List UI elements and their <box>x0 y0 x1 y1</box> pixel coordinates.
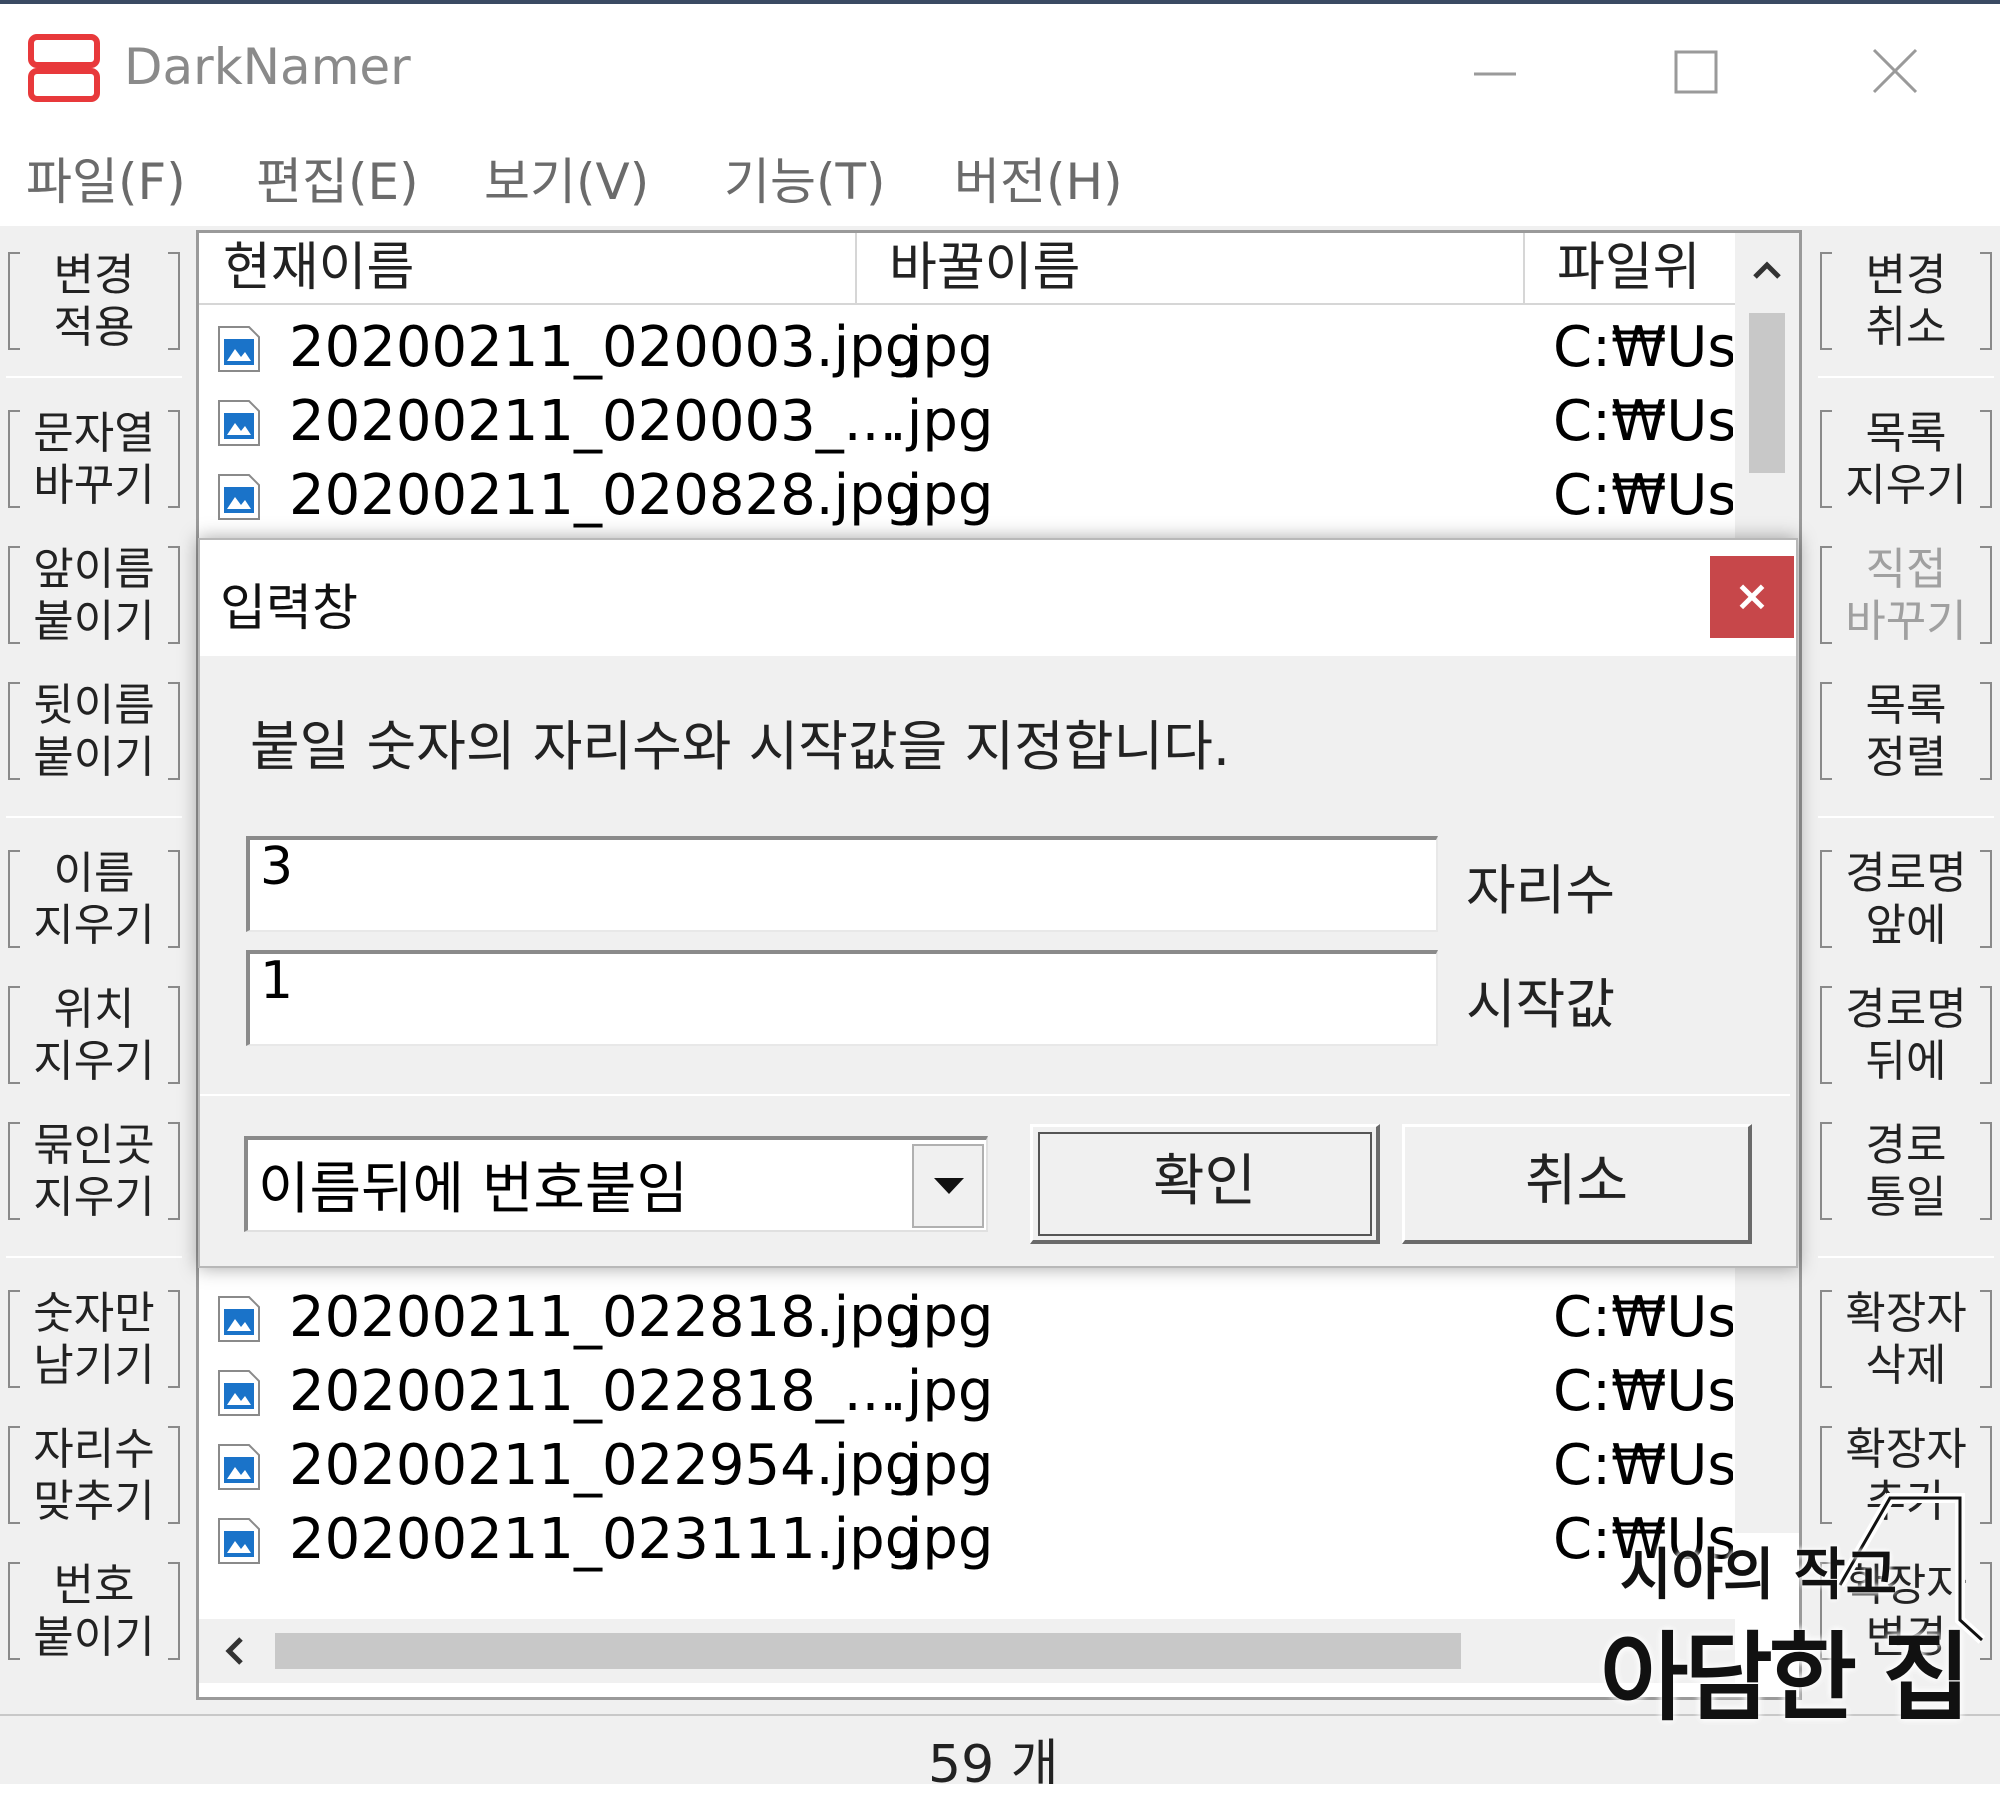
digits-input[interactable] <box>246 836 1438 932</box>
watermark-line2: 아담한 집 <box>1600 1622 1971 1734</box>
row-current-name: 20200211_022954.jpg <box>289 1433 921 1498</box>
left-toolbar: 변경 적용 문자열 바꾸기 앞이름 붙이기 뒷이름 붙이기 이름 지우기 위치 … <box>0 226 190 1714</box>
row-new-name: .jpg <box>889 1433 994 1498</box>
chevron-up-icon[interactable] <box>1749 253 1785 289</box>
row-current-name: 20200211_023111.jpg <box>289 1507 921 1572</box>
erase-position-button[interactable]: 위치 지우기 <box>8 976 180 1094</box>
right-divider <box>1818 816 1994 818</box>
path-after-button[interactable]: 경로명 뒤에 <box>1820 976 1992 1094</box>
window-title: DarkNamer <box>124 38 411 96</box>
chevron-left-icon[interactable] <box>217 1633 253 1669</box>
table-row[interactable]: 20200211_022818_... .jpg C:₩Us <box>199 1355 1735 1429</box>
left-divider <box>6 1256 182 1258</box>
path-before-button[interactable]: 경로명 앞에 <box>1820 840 1992 958</box>
row-new-name: .jpg <box>889 389 994 454</box>
clear-list-button[interactable]: 목록 지우기 <box>1820 400 1992 518</box>
image-file-icon <box>218 400 260 446</box>
vertical-scroll-thumb[interactable] <box>1749 313 1785 473</box>
left-divider <box>6 376 182 378</box>
menu-tools[interactable]: 기능(T) <box>724 142 886 214</box>
dialog-close-button[interactable]: × <box>1710 556 1794 638</box>
close-window-icon[interactable] <box>1850 32 1940 112</box>
right-divider <box>1818 1256 1994 1258</box>
table-row[interactable]: 20200211_020003.jpg .jpg C:₩Us <box>199 311 1735 385</box>
start-value-input[interactable] <box>246 950 1438 1046</box>
pad-digits-button[interactable]: 자리수 맞추기 <box>8 1416 180 1534</box>
table-row[interactable]: 20200211_020003_... .jpg C:₩Us <box>199 385 1735 459</box>
add-suffix-button[interactable]: 뒷이름 붙이기 <box>8 672 180 790</box>
row-path: C:₩Us <box>1553 1359 1733 1424</box>
apply-changes-button[interactable]: 변경 적용 <box>8 242 180 360</box>
column-file-path[interactable]: 파일위 <box>1533 233 1733 305</box>
right-divider <box>1818 376 1994 378</box>
input-dialog: 입력창 × 붙일 숫자의 자리수와 시작값을 지정합니다. 자리수 시작값 이름… <box>198 538 1798 1268</box>
table-row[interactable]: 20200211_022818.jpg .jpg C:₩Us <box>199 1281 1735 1355</box>
unify-path-button[interactable]: 경로 통일 <box>1820 1112 1992 1230</box>
dialog-title: 입력창 <box>220 579 358 637</box>
number-position-select[interactable]: 이름뒤에 번호붙임 <box>244 1136 988 1232</box>
row-new-name: .jpg <box>889 315 994 380</box>
dialog-title-bar[interactable]: 입력창 × <box>200 540 1796 656</box>
horizontal-scrollbar[interactable] <box>199 1619 1735 1683</box>
start-value-label: 시작값 <box>1466 973 1616 1036</box>
darknamer-logo-icon <box>28 34 100 102</box>
row-path: C:₩Us <box>1553 463 1733 528</box>
row-path: C:₩Us <box>1553 315 1733 380</box>
row-path: C:₩Us <box>1553 389 1733 454</box>
table-row[interactable]: 20200211_022954.jpg .jpg C:₩Us <box>199 1429 1735 1503</box>
row-current-name: 20200211_020003_... <box>289 389 898 454</box>
watermark-line1: 시아의 작고 <box>1620 1543 1898 1608</box>
menu-bar: 파일(F) 편집(E) 보기(V) 기능(T) 버전(H) <box>0 130 2000 226</box>
image-file-icon <box>218 474 260 520</box>
keep-digits-button[interactable]: 숫자만 남기기 <box>8 1280 180 1398</box>
erase-bracketed-button[interactable]: 묶인곳 지우기 <box>8 1112 180 1230</box>
menu-view[interactable]: 보기(V) <box>484 142 649 214</box>
row-new-name: .jpg <box>889 463 994 528</box>
row-path: C:₩Us <box>1553 1285 1733 1350</box>
row-current-name: 20200211_020828.jpg <box>289 463 921 528</box>
number-position-value: 이름뒤에 번호붙임 <box>258 1157 688 1222</box>
horizontal-scroll-thumb[interactable] <box>275 1633 1461 1669</box>
dialog-divider <box>200 1094 1790 1096</box>
left-divider <box>6 816 182 818</box>
image-file-icon <box>218 1296 260 1342</box>
title-bar[interactable]: DarkNamer <box>0 4 2000 130</box>
image-file-icon <box>218 326 260 372</box>
image-file-icon <box>218 1518 260 1564</box>
column-new-name[interactable]: 바꿀이름 <box>865 233 1525 305</box>
table-row[interactable]: 20200211_023111.jpg .jpg C:₩Us <box>199 1503 1735 1577</box>
replace-string-button[interactable]: 문자열 바꾸기 <box>8 400 180 518</box>
maximize-icon[interactable] <box>1650 32 1740 112</box>
cancel-button[interactable]: 취소 <box>1402 1124 1752 1244</box>
undo-changes-button[interactable]: 변경 취소 <box>1820 242 1992 360</box>
direct-rename-button[interactable]: 직접 바꾸기 <box>1820 536 1992 654</box>
ok-button[interactable]: 확인 <box>1030 1124 1380 1244</box>
add-number-button[interactable]: 번호 붙이기 <box>8 1552 180 1670</box>
erase-name-button[interactable]: 이름 지우기 <box>8 840 180 958</box>
image-file-icon <box>218 1370 260 1416</box>
digits-label: 자리수 <box>1466 859 1616 922</box>
menu-edit[interactable]: 편집(E) <box>256 142 419 214</box>
row-new-name: .jpg <box>889 1359 994 1424</box>
dialog-message: 붙일 숫자의 자리수와 시작값을 지정합니다. <box>250 715 1231 778</box>
table-row[interactable]: 20200211_020828.jpg .jpg C:₩Us <box>199 459 1735 533</box>
add-prefix-button[interactable]: 앞이름 붙이기 <box>8 536 180 654</box>
row-current-name: 20200211_022818_... <box>289 1359 898 1424</box>
row-new-name: .jpg <box>889 1507 994 1572</box>
menu-version[interactable]: 버전(H) <box>954 142 1123 214</box>
row-new-name: .jpg <box>889 1285 994 1350</box>
row-current-name: 20200211_020003.jpg <box>289 315 921 380</box>
blog-watermark: 시아의 작고 아담한 집 <box>1590 1490 1990 1790</box>
row-current-name: 20200211_022818.jpg <box>289 1285 921 1350</box>
menu-file[interactable]: 파일(F) <box>26 142 186 214</box>
column-current-name[interactable]: 현재이름 <box>199 233 857 305</box>
delete-extension-button[interactable]: 확장자 삭제 <box>1820 1280 1992 1398</box>
sort-list-button[interactable]: 목록 정렬 <box>1820 672 1992 790</box>
chevron-down-icon <box>934 1178 964 1194</box>
minimize-icon[interactable] <box>1450 32 1540 112</box>
dropdown-button[interactable] <box>912 1144 984 1228</box>
image-file-icon <box>218 1444 260 1490</box>
list-header: 현재이름 바꿀이름 파일위 <box>199 233 1735 305</box>
